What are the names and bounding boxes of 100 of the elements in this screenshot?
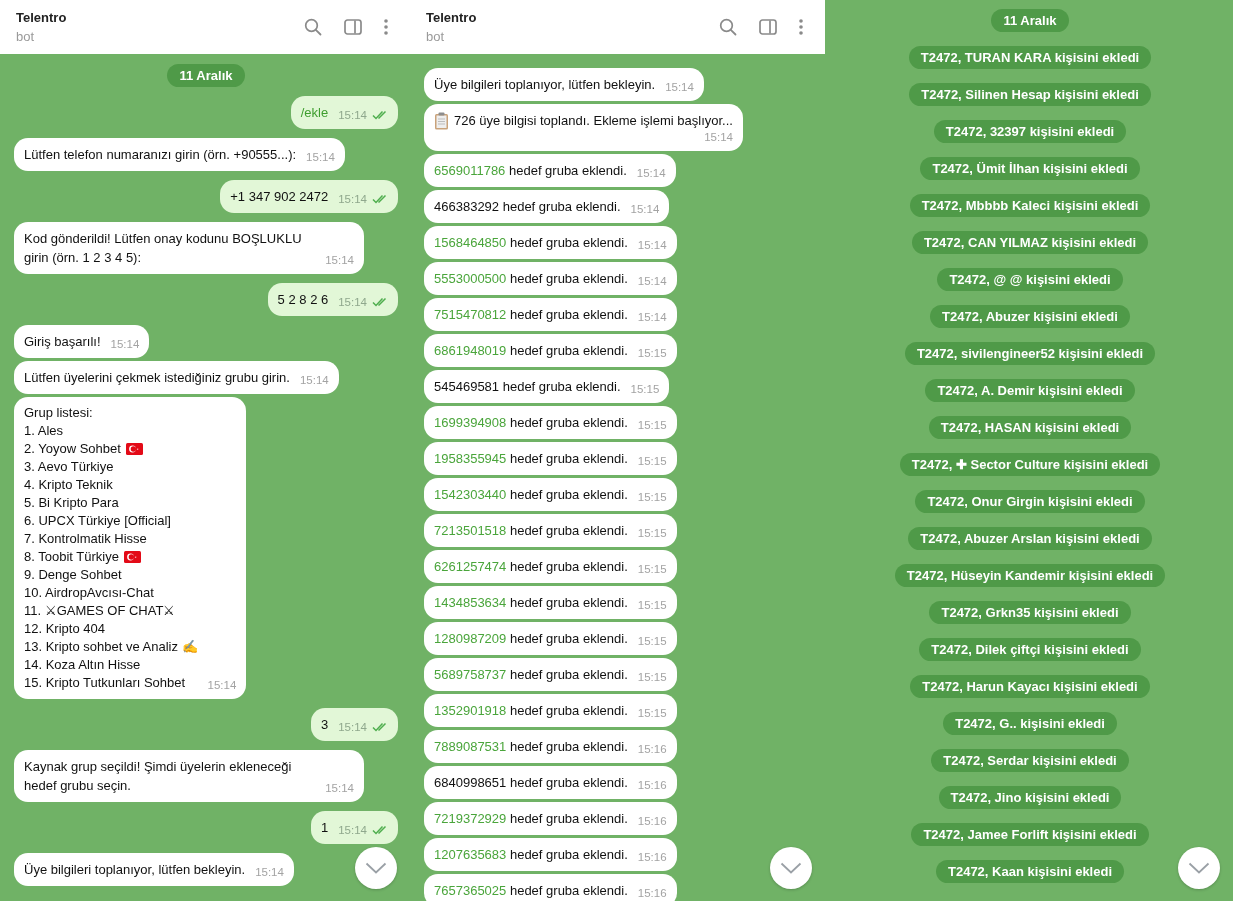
phone-link[interactable]: 1542303440 — [434, 487, 507, 502]
message-text: Lütfen üyelerini çekmek istediğiniz grubu girin. — [24, 369, 290, 387]
list-item: 10. AirdropAvcısı-Chat — [24, 584, 154, 602]
list-item: 11. ⚔GAMES OF CHAT⚔ — [24, 602, 176, 620]
message-text: 3 — [321, 716, 329, 734]
message-time: 15:16 — [637, 814, 667, 828]
service-message: T2472, Hüseyin Kandemir kişisini ekledi — [894, 564, 1166, 587]
message-text: 1568464850 hedef gruba eklendi. — [434, 234, 628, 252]
message-time: 15:15 — [637, 418, 667, 432]
list-item: 5. Bi Kripto Para — [24, 494, 119, 512]
message-text: Üye bilgileri toplanıyor, lütfen bekleyin. — [24, 861, 246, 879]
message-text: 545469581 hedef gruba eklendi. — [434, 378, 621, 396]
message-text: 6861948019 hedef gruba eklendi. — [434, 342, 628, 360]
service-message: T2472, CAN YILMAZ kişisini ekledi — [911, 231, 1149, 254]
service-message: T2472, TURAN KARA kişisini ekledi — [908, 46, 1152, 69]
service-message: T2472, Harun Kayacı kişisini ekledi — [910, 675, 1150, 698]
list-item: 3. Aevo Türkiye — [24, 458, 114, 476]
list-item: 6. UPCX Türkiye [Official] — [24, 512, 171, 530]
phone-link[interactable]: 1699394908 — [434, 415, 507, 430]
service-message: T2472, Serdar kişisini ekledi — [931, 749, 1129, 772]
message-text: 5 2 8 2 6 — [277, 291, 329, 309]
message-time: 15:14 — [704, 130, 733, 144]
message-text: Üye bilgileri toplanıyor, lütfen bekleyin. — [434, 76, 656, 94]
search-icon[interactable] — [719, 18, 737, 36]
message-text: 726 üye bilgisi toplandı. Ekleme işlemi başlıyor... — [454, 112, 733, 130]
message-time: 15:15 — [637, 562, 667, 576]
message-text: 6840998651 hedef gruba eklendi. — [434, 774, 628, 792]
phone-link[interactable]: 1958355945 — [434, 451, 507, 466]
message-time: 15:14 — [630, 202, 660, 216]
phone-link[interactable]: 7219372929 — [434, 811, 507, 826]
message-time: 15:15 — [637, 526, 667, 540]
phone-link[interactable]: 7213501518 — [434, 523, 507, 538]
service-message: T2472, Kaan kişisini ekledi — [936, 860, 1124, 883]
list-item: 7. Kontrolmatik Hisse — [24, 530, 147, 548]
message-time: 15:14 — [207, 678, 237, 692]
message-time: 15:15 — [637, 634, 667, 648]
chevron-down-icon — [365, 862, 387, 874]
service-message: T2472, Grkn35 kişisini ekledi — [929, 601, 1131, 624]
list-item: 8. Toobit Türkiye — [24, 548, 119, 566]
phone-link[interactable]: 1352901918 — [434, 703, 507, 718]
message-text: 6261257474 hedef gruba eklendi. — [434, 558, 628, 576]
message-text: 7213501518 hedef gruba eklendi. — [434, 522, 628, 540]
list-item: 13. Kripto sohbet ve Analiz ✍ — [24, 638, 198, 656]
phone-link[interactable]: 5689758737 — [434, 667, 507, 682]
service-message: T2472, Jamee Forlift kişisini ekledi — [911, 823, 1149, 846]
phone-link[interactable]: 7515470812 — [434, 307, 507, 322]
list-item: 9. Denge Sohbet — [24, 566, 122, 584]
sidebar-icon[interactable] — [344, 19, 362, 35]
message-time: 15:16 — [637, 742, 667, 756]
message-text: 7657365025 hedef gruba eklendi. — [434, 882, 628, 900]
message-text: 7219372929 hedef gruba eklendi. — [434, 810, 628, 828]
service-message: T2472, Silinen Hesap kişisini ekledi — [909, 83, 1151, 106]
scroll-down-button[interactable] — [770, 847, 812, 889]
more-icon[interactable] — [799, 19, 803, 35]
chat-title: Telentro — [426, 10, 478, 25]
message-text: 1434853634 hedef gruba eklendi. — [434, 594, 628, 612]
phone-link[interactable]: 6861948019 — [434, 343, 507, 358]
phone-link[interactable]: 1568464850 — [434, 235, 507, 250]
phone-link[interactable]: 1434853634 — [434, 595, 507, 610]
message-time: 15:14 — [338, 823, 367, 837]
service-message: T2472, 32397 kişisini ekledi — [933, 120, 1127, 143]
message-time: 15:14 — [338, 720, 367, 734]
clipboard-icon — [434, 111, 449, 130]
message-time: 15:15 — [637, 670, 667, 684]
sidebar-icon[interactable] — [759, 19, 777, 35]
phone-link[interactable]: 7657365025 — [434, 883, 507, 898]
message-time: 15:14 — [325, 781, 354, 795]
service-message: T2472, Mbbbb Kaleci kişisini ekledi — [909, 194, 1151, 217]
message-time: 15:15 — [637, 598, 667, 612]
list-item: 4. Kripto Teknik — [24, 476, 113, 494]
phone-link[interactable]: 5553000500 — [434, 271, 507, 286]
search-icon[interactable] — [304, 18, 322, 36]
phone-link[interactable]: 1280987209 — [434, 631, 507, 646]
message-text: /ekle — [300, 104, 329, 122]
message-time: 15:15 — [637, 454, 667, 468]
message-text: 1 — [321, 819, 329, 837]
scroll-down-button[interactable] — [355, 847, 397, 889]
message-text: Kod gönderildi! Lütfen onay kodunu BOŞLUKLU girin (örn. 1 2 3 4 5): — [24, 230, 303, 267]
message-time: 15:16 — [637, 778, 667, 792]
chevron-down-icon — [780, 862, 802, 874]
message-time: 15:14 — [637, 310, 667, 324]
more-icon[interactable] — [384, 19, 388, 35]
service-message: T2472, Dilek çiftçi kişisini ekledi — [919, 638, 1141, 661]
message-text: 466383292 hedef gruba eklendi. — [434, 198, 621, 216]
chat-subtitle: bot — [426, 29, 446, 44]
message-text: 1958355945 hedef gruba eklendi. — [434, 450, 628, 468]
message-time: 15:14 — [299, 373, 329, 387]
phone-link[interactable]: 7889087531 — [434, 739, 507, 754]
phone-link[interactable]: 1207635683 — [434, 847, 507, 862]
scroll-down-button[interactable] — [1178, 847, 1220, 889]
service-message: T2472, sivilengineer52 kişisini ekledi — [904, 342, 1156, 365]
phone-link[interactable]: 6569011786 — [434, 163, 506, 178]
message-time: 15:14 — [665, 80, 694, 94]
message-text: Lütfen telefon numaranızı girin (örn. +90555...): — [24, 146, 297, 164]
service-message: T2472, A. Demir kişisini ekledi — [925, 379, 1135, 402]
message-time: 15:15 — [630, 382, 660, 396]
phone-link[interactable]: 6261257474 — [434, 559, 507, 574]
message-time: 15:14 — [338, 295, 367, 309]
service-message: T2472, HASAN kişisini ekledi — [928, 416, 1132, 439]
message-text: Giriş başarılı! — [24, 333, 101, 351]
